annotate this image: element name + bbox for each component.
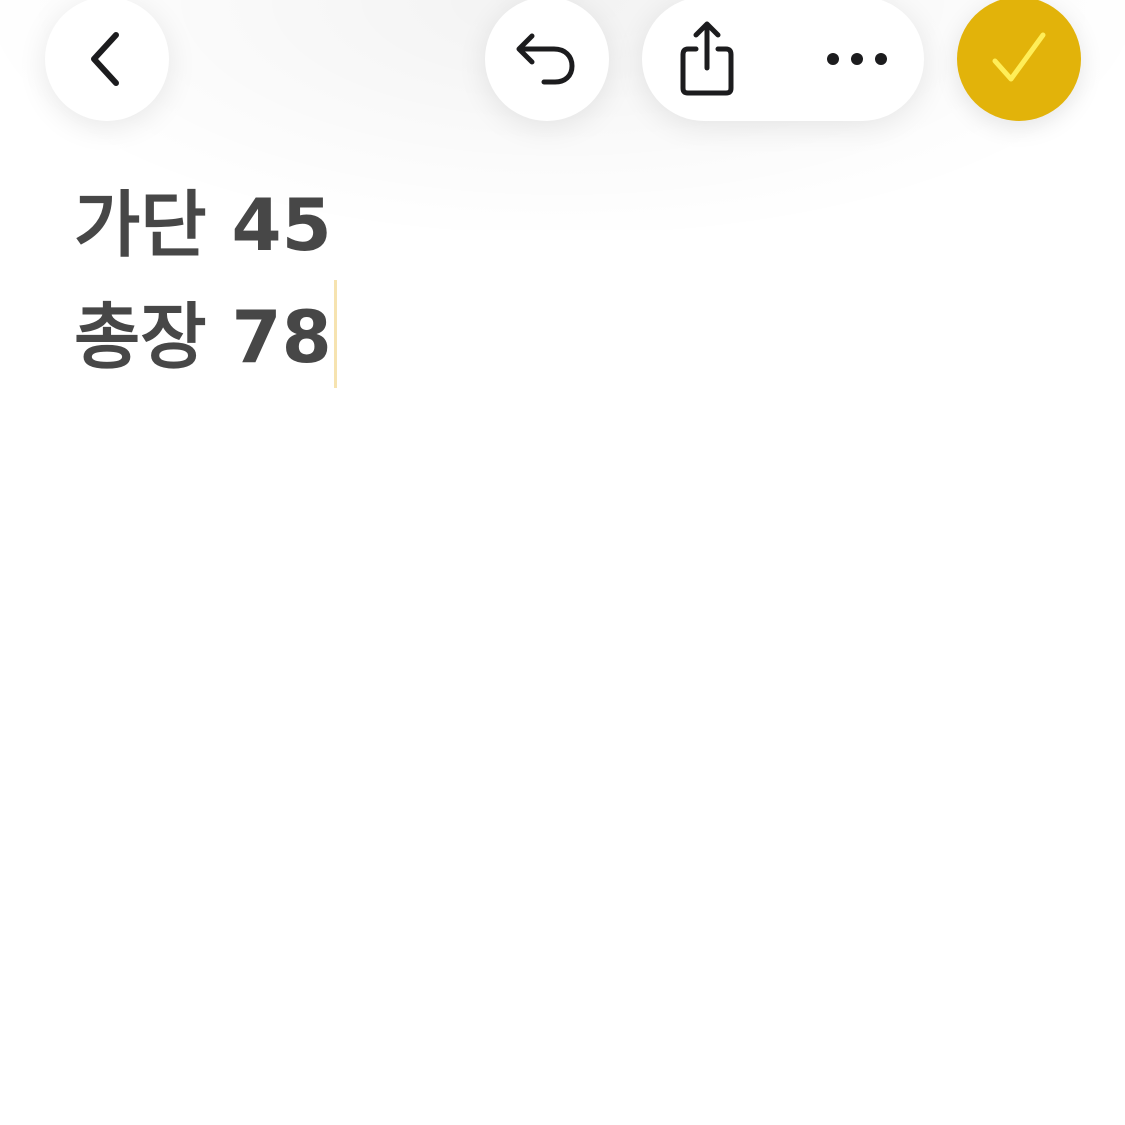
notes-editor-screen: 가단 45 총장 78	[0, 0, 1125, 1125]
note-line-2-text: 총장 78	[74, 295, 332, 379]
share-more-group	[642, 0, 924, 121]
chevron-left-icon	[91, 32, 119, 86]
more-button[interactable]	[812, 0, 902, 121]
text-cursor	[333, 280, 337, 388]
back-button[interactable]	[45, 0, 169, 121]
share-icon	[680, 21, 734, 96]
checkmark-icon	[992, 32, 1046, 82]
ellipsis-icon	[827, 53, 887, 65]
note-line-1: 가단 45	[74, 183, 332, 267]
note-line-2: 총장 78	[74, 280, 1054, 392]
note-text-area[interactable]: 가단 45 총장 78	[74, 170, 1054, 1070]
done-button[interactable]	[957, 0, 1081, 121]
share-button[interactable]	[662, 0, 752, 121]
undo-button[interactable]	[485, 0, 609, 121]
undo-arrow-icon	[516, 33, 575, 85]
